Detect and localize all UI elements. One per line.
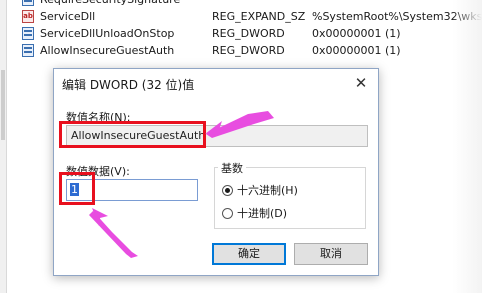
scrollbar-thumb[interactable] [1,70,5,140]
registry-value-data: 0x00000001 (1) [312,27,401,40]
registry-value-name: ServiceDllUnloadOnStop [40,27,175,40]
close-icon: ✕ [354,74,368,92]
highlight-box-value-name [59,121,206,148]
dialog-titlebar[interactable]: 编辑 DWORD (32 位)值 ✕ [54,69,378,98]
radio-hexadecimal[interactable]: 十六进制(H) [222,182,298,198]
registry-value-type: REG_DWORD [212,27,285,40]
binary-value-icon [22,44,34,57]
registry-value-name: ServiceDll [40,10,96,23]
close-button[interactable]: ✕ [350,73,372,93]
ok-button[interactable]: 确定 [212,243,286,265]
radio-decimal-label: 十进制(D) [237,207,288,220]
registry-value-type: REG_EXPAND_SZ [212,10,306,23]
registry-value-name: AllowInsecureGuestAuth [40,44,175,57]
binary-value-icon [22,0,34,6]
radio-hexadecimal-label: 十六进制(H) [237,184,298,197]
dialog-title: 编辑 DWORD (32 位)值 [62,78,195,92]
radio-unselected-icon [222,207,233,219]
edit-dword-dialog: 编辑 DWORD (32 位)值 ✕ 数值名称(N): AllowInsecur… [53,68,379,276]
string-value-icon: ab [22,10,34,23]
registry-value-type: REG_DWORD [212,44,285,57]
scrollbar-left[interactable] [0,0,7,293]
highlight-box-value-data [59,172,95,205]
base-label: 基数 [218,160,246,176]
registry-value-data: 0x00000001 (1) [312,44,401,57]
binary-value-icon [22,27,34,40]
radio-decimal[interactable]: 十进制(D) [222,205,287,221]
edge-shade [452,0,482,293]
cancel-button[interactable]: 取消 [294,243,368,265]
radio-selected-icon [222,184,233,196]
